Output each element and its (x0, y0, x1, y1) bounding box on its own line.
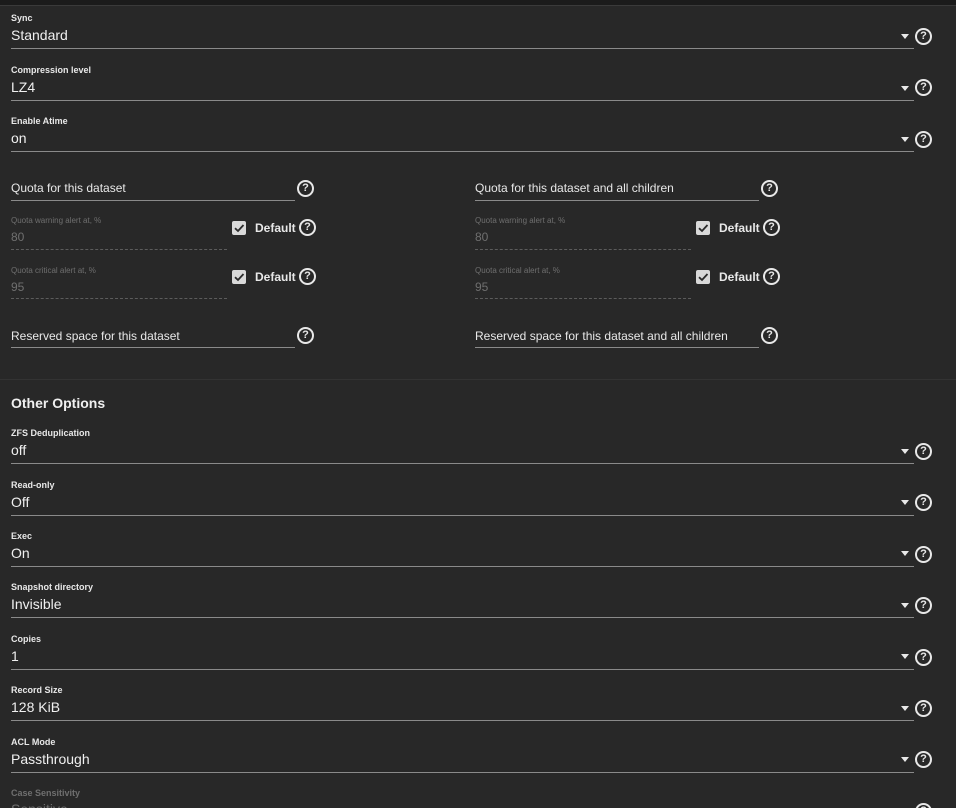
input-underline (11, 249, 227, 250)
chevron-down-icon[interactable] (901, 500, 909, 505)
select-value: on (11, 130, 27, 146)
quota-critical-label: Quota critical alert at, % (11, 266, 96, 275)
select-value: Standard (11, 27, 68, 43)
check-icon (698, 224, 709, 233)
quota-critical-label: Quota critical alert at, % (475, 266, 560, 275)
select-label: Enable Atime (11, 116, 68, 126)
default-checkbox[interactable] (232, 221, 246, 235)
select-label: Case Sensitivity (11, 788, 81, 798)
help-icon[interactable]: ? (915, 751, 932, 768)
input-underline (475, 200, 759, 201)
select-label: Copies (11, 634, 42, 644)
default-label: Default (719, 270, 760, 284)
reserved-dataset-input[interactable]: Reserved space for this dataset (11, 329, 180, 343)
quota-warning-input[interactable]: 80 (11, 230, 24, 244)
chevron-down-icon[interactable] (901, 757, 909, 762)
select-value: Passthrough (11, 751, 90, 767)
help-icon[interactable]: ? (915, 494, 932, 511)
chevron-down-icon[interactable] (901, 86, 909, 91)
check-icon (698, 273, 709, 282)
check-icon (234, 273, 245, 282)
input-underline (475, 347, 759, 348)
select-label: Compression level (11, 65, 92, 75)
select-value: off (11, 442, 27, 458)
select-underline (11, 720, 914, 721)
help-icon[interactable]: ? (299, 268, 316, 285)
select-value: Sensitive (11, 802, 68, 808)
reserved-children-input[interactable]: Reserved space for this dataset and all … (475, 329, 728, 343)
help-icon-partial[interactable]: ? (915, 803, 932, 808)
quota-children-input[interactable]: Quota for this dataset and all children (475, 181, 674, 195)
default-checkbox[interactable] (696, 221, 710, 235)
help-icon[interactable]: ? (763, 219, 780, 236)
select-value: LZ4 (11, 79, 36, 95)
select-label: Snapshot directory (11, 582, 94, 592)
help-icon[interactable]: ? (915, 28, 932, 45)
help-icon[interactable]: ? (297, 327, 314, 344)
select-value: 1 (11, 648, 19, 664)
select-underline (11, 48, 914, 49)
input-underline (11, 347, 295, 348)
quota-critical-input[interactable]: 95 (475, 280, 488, 294)
top-edge (0, 0, 956, 6)
select-underline (11, 772, 914, 773)
input-underline (11, 200, 295, 201)
default-label: Default (255, 221, 296, 235)
help-icon[interactable]: ? (299, 219, 316, 236)
default-label: Default (255, 270, 296, 284)
select-underline (11, 566, 914, 567)
chevron-down-icon[interactable] (901, 706, 909, 711)
help-icon[interactable]: ? (761, 180, 778, 197)
select-value: Off (11, 494, 30, 510)
help-icon[interactable]: ? (915, 700, 932, 717)
quota-warning-input[interactable]: 80 (475, 230, 488, 244)
help-icon[interactable]: ? (763, 268, 780, 285)
chevron-down-icon[interactable] (901, 34, 909, 39)
chevron-down-icon[interactable] (901, 654, 909, 659)
select-underline (11, 100, 914, 101)
chevron-down-icon[interactable] (901, 551, 909, 556)
select-value: 128 KiB (11, 699, 61, 715)
select-underline (11, 463, 914, 464)
help-icon[interactable]: ? (915, 546, 932, 563)
select-underline (11, 151, 914, 152)
default-checkbox[interactable] (696, 270, 710, 284)
help-icon[interactable]: ? (297, 180, 314, 197)
input-underline (11, 298, 227, 299)
default-label: Default (719, 221, 760, 235)
select-label: Record Size (11, 685, 63, 695)
section-title: Other Options (11, 395, 106, 411)
quota-dataset-input[interactable]: Quota for this dataset (11, 181, 126, 195)
help-icon[interactable]: ? (761, 327, 778, 344)
select-underline (11, 617, 914, 618)
select-underline (11, 669, 914, 670)
select-label: ACL Mode (11, 737, 56, 747)
chevron-down-icon[interactable] (901, 449, 909, 454)
check-icon (234, 224, 245, 233)
help-icon[interactable]: ? (915, 131, 932, 148)
help-icon[interactable]: ? (915, 79, 932, 96)
select-underline (11, 515, 914, 516)
section-divider (0, 379, 956, 380)
input-underline (475, 249, 691, 250)
select-value: On (11, 545, 30, 561)
chevron-down-icon[interactable] (901, 137, 909, 142)
select-label: Read-only (11, 480, 55, 490)
select-label: Sync (11, 13, 33, 23)
select-label: ZFS Deduplication (11, 428, 91, 438)
select-value: Invisible (11, 596, 62, 612)
default-checkbox[interactable] (232, 270, 246, 284)
input-underline (475, 298, 691, 299)
help-icon[interactable]: ? (915, 649, 932, 666)
quota-critical-input[interactable]: 95 (11, 280, 24, 294)
quota-warning-label: Quota warning alert at, % (11, 216, 102, 225)
select-label: Exec (11, 531, 33, 541)
quota-warning-label: Quota warning alert at, % (475, 216, 566, 225)
help-icon[interactable]: ? (915, 597, 932, 614)
chevron-down-icon[interactable] (901, 603, 909, 608)
help-icon[interactable]: ? (915, 443, 932, 460)
help-icon[interactable]: ? (915, 803, 932, 808)
